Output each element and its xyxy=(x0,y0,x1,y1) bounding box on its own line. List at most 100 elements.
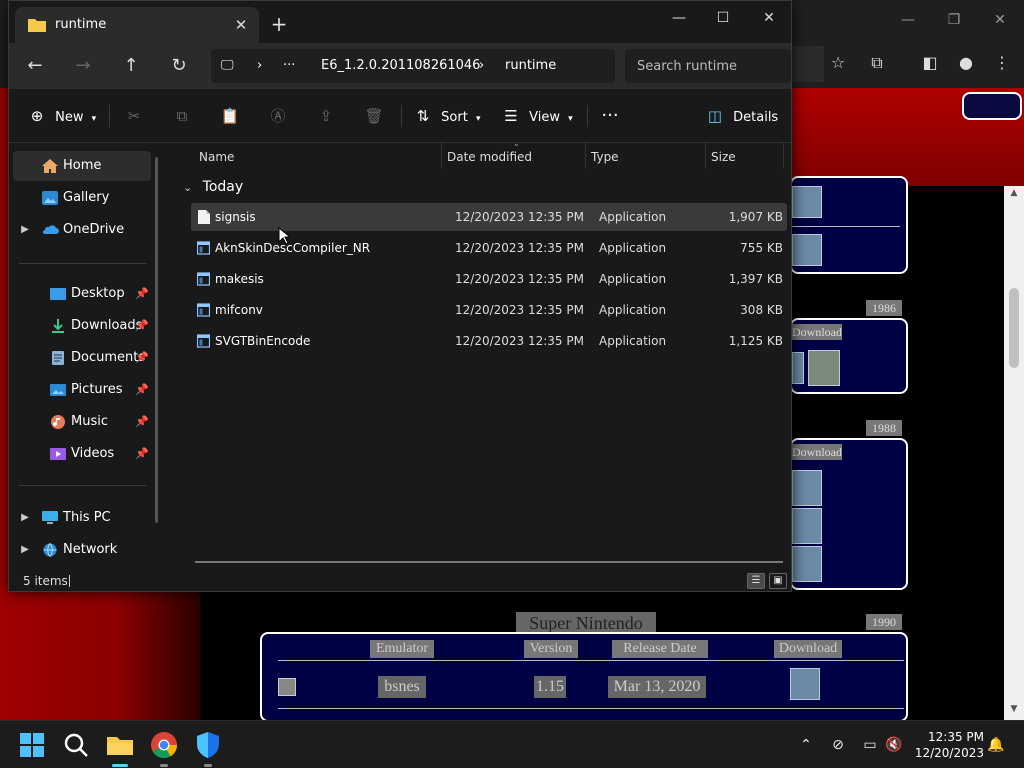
column-header-size[interactable]: Size xyxy=(711,147,736,167)
sidebar-item-network[interactable]: ▶ Network xyxy=(13,535,151,565)
file-explorer-icon[interactable] xyxy=(104,729,136,761)
forward-arrow-icon[interactable]: → xyxy=(69,53,97,79)
scroll-up-icon[interactable]: ▲ xyxy=(1008,188,1020,198)
group-header[interactable]: ⌄ Today xyxy=(183,177,243,198)
pin-icon[interactable]: 📌 xyxy=(135,279,149,309)
file-row[interactable]: mifconv 12/20/2023 12:35 PM Application … xyxy=(191,296,787,324)
start-windows-icon[interactable] xyxy=(16,729,48,761)
sidebar-item-videos[interactable]: Videos 📌 xyxy=(13,439,151,469)
home-icon[interactable] xyxy=(278,678,296,696)
address-bar[interactable]: 🖵 › ··· E6_1.2.0.201108261046 › runtime xyxy=(211,49,615,83)
browser-omnibox[interactable] xyxy=(790,46,824,82)
pin-icon[interactable]: 📌 xyxy=(135,343,149,373)
breadcrumb-current[interactable]: runtime xyxy=(505,56,556,76)
refresh-icon[interactable]: ↻ xyxy=(165,53,193,79)
sort-button[interactable]: ⇅ Sort ▾ xyxy=(413,103,481,129)
extensions-icon[interactable]: ⧉ xyxy=(866,52,888,74)
profile-icon[interactable]: ● xyxy=(955,52,977,74)
side-panel-icon[interactable]: ◧ xyxy=(919,52,941,74)
column-divider[interactable] xyxy=(441,143,442,169)
horizontal-scrollbar[interactable] xyxy=(195,561,783,563)
column-header-name[interactable]: Name xyxy=(199,147,234,167)
delete-icon[interactable]: 🗑 xyxy=(361,103,387,129)
system-clock[interactable]: 12:35 PM 12/20/2023 xyxy=(914,729,984,761)
see-more-icon[interactable]: ··· xyxy=(597,103,623,129)
up-arrow-icon[interactable]: ↑ xyxy=(117,53,145,79)
windows-x64-icon[interactable] xyxy=(792,234,822,266)
chevron-right-icon[interactable]: ▶ xyxy=(19,503,31,533)
browser-close-button[interactable]: ✕ xyxy=(988,8,1012,32)
display-icon[interactable]: ▭ xyxy=(860,735,880,755)
search-box[interactable] xyxy=(625,49,791,83)
web-banner-button[interactable] xyxy=(962,92,1022,120)
notification-bell-icon[interactable]: 🔔 xyxy=(986,735,1006,755)
tiles-view-icon[interactable]: ▣ xyxy=(769,573,787,589)
emulator-name[interactable]: bsnes xyxy=(378,676,426,698)
search-icon[interactable] xyxy=(60,729,92,761)
pin-icon[interactable]: 📌 xyxy=(135,375,149,405)
share-icon[interactable]: ⇪ xyxy=(313,103,339,129)
linux-icon[interactable] xyxy=(792,546,822,582)
search-input[interactable] xyxy=(637,56,787,76)
chevron-down-icon[interactable]: ⌄ xyxy=(183,181,192,194)
copy-icon[interactable]: ⧉ xyxy=(169,103,195,129)
column-divider[interactable] xyxy=(705,143,706,169)
windows-x64-icon[interactable] xyxy=(790,668,820,700)
column-divider[interactable] xyxy=(585,143,586,169)
new-button[interactable]: ⊕ New ▾ xyxy=(27,103,96,129)
sidebar-item-gallery[interactable]: Gallery xyxy=(13,183,151,213)
column-header-date[interactable]: Date modified xyxy=(447,147,532,167)
rename-icon[interactable]: Ⓐ xyxy=(265,103,291,129)
chevron-up-icon[interactable]: ⌃ xyxy=(796,735,816,755)
browser-minimize-button[interactable]: — xyxy=(896,8,920,32)
pin-icon[interactable]: 📌 xyxy=(135,407,149,437)
sidebar-item-home[interactable]: Home xyxy=(13,151,151,181)
chrome-icon[interactable] xyxy=(148,729,180,761)
bookmark-star-icon[interactable]: ☆ xyxy=(827,52,849,74)
chevron-right-icon[interactable]: ▶ xyxy=(19,535,31,565)
browser-menu-icon[interactable]: ⋮ xyxy=(991,52,1013,74)
file-row[interactable]: SVGTBinEncode 12/20/2023 12:35 PM Applic… xyxy=(191,327,787,355)
chevron-right-icon[interactable]: ▶ xyxy=(19,215,31,245)
sidebar-item-onedrive[interactable]: ▶ OneDrive xyxy=(13,215,151,245)
sidebar-item-downloads[interactable]: Downloads 📌 xyxy=(13,311,151,341)
breadcrumb-chevron-icon[interactable]: › xyxy=(257,56,262,76)
back-arrow-icon[interactable]: ← xyxy=(21,53,49,79)
new-tab-button[interactable]: + xyxy=(267,13,291,37)
file-row[interactable]: makesis 12/20/2023 12:35 PM Application … xyxy=(191,265,787,293)
web-scroll-thumb[interactable] xyxy=(1009,288,1019,368)
breadcrumb-chevron-icon[interactable]: › xyxy=(479,56,484,76)
browser-restore-button[interactable]: ❐ xyxy=(942,8,966,32)
pin-icon[interactable]: 📌 xyxy=(135,311,149,341)
column-divider[interactable] xyxy=(783,143,784,169)
sidebar-item-pictures[interactable]: Pictures 📌 xyxy=(13,375,151,405)
windows-security-icon[interactable] xyxy=(192,729,224,761)
sidebar-item-desktop[interactable]: Desktop 📌 xyxy=(13,279,151,309)
view-button[interactable]: ☰ View ▾ xyxy=(501,103,572,129)
volume-muted-icon[interactable]: 🔇 xyxy=(884,735,904,755)
this-pc-icon[interactable]: 🖵 xyxy=(221,56,234,76)
column-header-type[interactable]: Type xyxy=(591,147,619,167)
scroll-down-icon[interactable]: ▼ xyxy=(1008,704,1020,714)
paste-icon[interactable]: 📋 xyxy=(217,103,243,129)
web-scrollbar[interactable]: ▲ ▼ xyxy=(1004,186,1024,720)
breadcrumb-overflow-icon[interactable]: ··· xyxy=(283,56,295,76)
windows-icon[interactable] xyxy=(792,186,822,218)
sidebar-item-documents[interactable]: Documents 📌 xyxy=(13,343,151,373)
pin-icon[interactable]: 📌 xyxy=(135,439,149,469)
details-view-icon[interactable]: ☰ xyxy=(747,573,765,589)
cut-icon[interactable]: ✂ xyxy=(121,103,147,129)
sidebar-item-this-pc[interactable]: ▶ This PC xyxy=(13,503,151,533)
details-button[interactable]: ◫ Details xyxy=(705,103,778,129)
minimize-button[interactable]: — xyxy=(659,7,699,29)
tab-close-icon[interactable]: ✕ xyxy=(231,15,251,35)
windows-icon[interactable] xyxy=(792,470,822,506)
breadcrumb-folder[interactable]: E6_1.2.0.201108261046 xyxy=(321,56,480,76)
maximize-button[interactable]: ☐ xyxy=(703,7,743,29)
sidebar-item-music[interactable]: Music 📌 xyxy=(13,407,151,437)
apple-icon[interactable] xyxy=(792,508,822,544)
explorer-tab[interactable]: runtime ✕ xyxy=(15,7,259,43)
windows-icon[interactable] xyxy=(792,352,804,384)
network-disconnected-icon[interactable]: ⊘ xyxy=(828,735,848,755)
apple-icon[interactable] xyxy=(808,350,840,386)
